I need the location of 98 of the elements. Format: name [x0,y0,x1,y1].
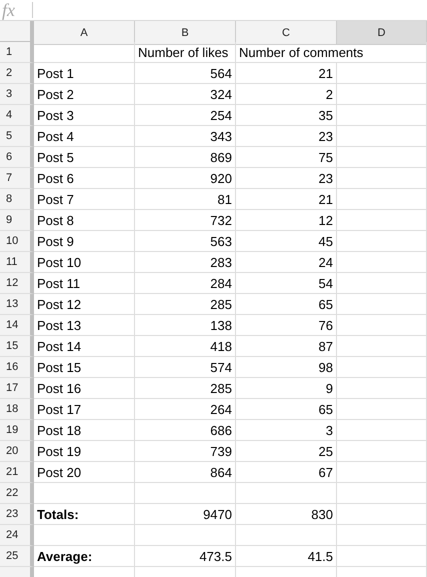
column-header[interactable]: C [236,21,337,45]
row-header[interactable]: 17 [0,378,34,399]
table-cell: 473.5 [135,546,236,567]
row-header[interactable]: 21 [0,462,34,483]
row-header[interactable]: 2 [0,63,34,84]
table-cell: Average: [34,546,135,567]
column-header[interactable]: B [135,21,236,45]
table-cell: Post 10 [34,252,135,273]
table-cell: Post 20 [34,462,135,483]
formula-label: fx [1,0,16,20]
row-header[interactable]: 20 [0,441,34,462]
table-cell: 3 [236,420,337,441]
table-cell: 67 [236,462,337,483]
column-header[interactable]: A [34,21,135,45]
row-header[interactable]: 25 [0,546,34,567]
table-cell: Post 15 [34,357,135,378]
table-cell: 564 [135,63,236,84]
row-header[interactable]: 13 [0,294,34,315]
table-cell: Post 6 [34,168,135,189]
table-cell: 574 [135,357,236,378]
row-header[interactable]: 15 [0,336,34,357]
table-cell: 920 [135,168,236,189]
table-cell: 25 [236,441,337,462]
row-header[interactable]: 8 [0,189,34,210]
row-header[interactable]: 16 [0,357,34,378]
table-cell: Number of likes [135,42,236,63]
row-header[interactable]: 12 [0,273,34,294]
table-cell: Post 1 [34,63,135,84]
row-header[interactable]: 11 [0,252,34,273]
table-cell: 41.5 [236,546,337,567]
table-cell: 254 [135,105,236,126]
table-cell: 45 [236,231,337,252]
row-header[interactable]: 3 [0,84,34,105]
row-header[interactable]: 14 [0,315,34,336]
table-cell: 98 [236,357,337,378]
table-cell: 81 [135,189,236,210]
row-header[interactable]: 5 [0,126,34,147]
table-cell: 65 [236,294,337,315]
row-header[interactable]: 22 [0,483,34,504]
table-cell: 324 [135,84,236,105]
table-cell: 75 [236,147,337,168]
table-cell: 138 [135,315,236,336]
row-header[interactable]: 7 [0,168,34,189]
table-cell: 264 [135,399,236,420]
table-cell: Post 11 [34,273,135,294]
table-cell: 12 [236,210,337,231]
table-cell: 418 [135,336,236,357]
table-cell: 35 [236,105,337,126]
table-cell: Post 12 [34,294,135,315]
row-header[interactable]: 19 [0,420,34,441]
table-cell: Post 3 [34,105,135,126]
table-cell: 76 [236,315,337,336]
table-cell: Post 19 [34,441,135,462]
row-header[interactable]: 18 [0,399,34,420]
table-cell: 739 [135,441,236,462]
table-cell: 830 [236,504,337,525]
table-cell: 283 [135,252,236,273]
table-cell: Post 4 [34,126,135,147]
row-header[interactable]: 23 [0,504,34,525]
table-cell: 284 [135,273,236,294]
table-cell: Post 2 [34,84,135,105]
row-header[interactable]: 9 [0,210,34,231]
table-cell: Number of comments [236,42,427,63]
table-cell: 24 [236,252,337,273]
table-cell: 65 [236,399,337,420]
table-cell: 23 [236,168,337,189]
row-header[interactable]: 4 [0,105,34,126]
table-cell: 686 [135,420,236,441]
table-cell: 21 [236,189,337,210]
table-cell: 2 [236,84,337,105]
table-cell: 732 [135,210,236,231]
table-cell: 23 [236,126,337,147]
table-cell: Post 13 [34,315,135,336]
table-cell: Totals: [34,504,135,525]
table-cell: Post 14 [34,336,135,357]
table-cell: 563 [135,231,236,252]
table-cell: 54 [236,273,337,294]
row-header[interactable]: 10 [0,231,34,252]
table-cell: Post 18 [34,420,135,441]
table-cell: Post 16 [34,378,135,399]
table-cell: Post 5 [34,147,135,168]
row-header[interactable]: 1 [0,42,34,63]
table-cell: 285 [135,294,236,315]
column-header[interactable]: D [337,21,427,45]
table-cell: 21 [236,63,337,84]
table-cell: 285 [135,378,236,399]
table-cell: 343 [135,126,236,147]
table-cell: 9470 [135,504,236,525]
table-cell: Post 17 [34,399,135,420]
table-cell: 9 [236,378,337,399]
row-header[interactable]: 6 [0,147,34,168]
table-cell: 869 [135,147,236,168]
table-cell: Post 8 [34,210,135,231]
row-header[interactable]: 24 [0,525,34,546]
table-cell: Post 9 [34,231,135,252]
table-cell: Post 7 [34,189,135,210]
table-cell: 864 [135,462,236,483]
table-cell: 87 [236,336,337,357]
